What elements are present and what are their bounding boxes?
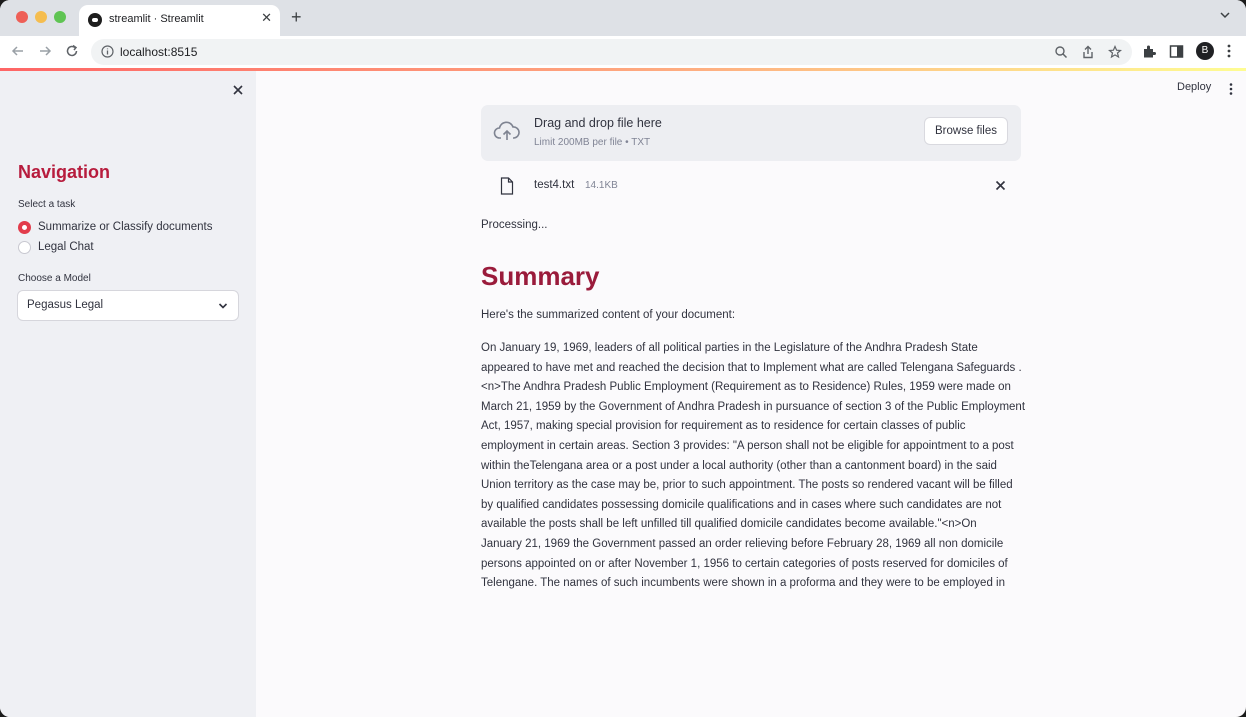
dropzone-title: Drag and drop file here (534, 116, 662, 130)
minimize-window-button[interactable] (35, 11, 47, 23)
tab-search-chevron-icon[interactable] (1220, 10, 1230, 20)
model-label: Choose a Model (18, 273, 91, 284)
address-bar[interactable]: localhost:8515 (91, 39, 1132, 65)
file-dropzone[interactable]: Drag and drop file here Limit 200MB per … (481, 105, 1021, 161)
summary-line: On January 19, 1969, leaders of all poli… (481, 342, 978, 354)
summary-line: employment in certain areas. Section 3 p… (481, 439, 1014, 452)
summary-line: available the posts shall be left unfill… (481, 518, 977, 531)
browser-menu-icon[interactable] (1227, 43, 1231, 59)
file-icon (500, 177, 514, 195)
summary-line: Act, 1957, making special provision for … (481, 420, 966, 433)
model-select[interactable]: Pegasus Legal (17, 290, 239, 321)
chevron-down-icon (218, 303, 228, 309)
tab-strip: streamlit · Streamlit ✕ + (0, 0, 1246, 36)
browser-toolbar: localhost:8515 B (0, 36, 1246, 68)
back-icon[interactable] (10, 43, 26, 59)
forward-icon[interactable] (37, 43, 53, 59)
summary-title: Summary (481, 261, 600, 291)
summary-line: Telengane. The names of such incumbents … (481, 577, 1005, 590)
share-icon[interactable] (1081, 45, 1095, 59)
radio-selected-icon[interactable] (18, 220, 31, 234)
tab-title: streamlit · Streamlit (109, 13, 204, 25)
summary-line: January 21, 1969 the Government passed a… (481, 537, 1004, 550)
dropzone-subtitle: Limit 200MB per file • TXT (534, 137, 651, 148)
extensions-icon[interactable] (1142, 44, 1157, 59)
model-select-value: Pegasus Legal (27, 299, 104, 311)
task-label: Select a task (18, 199, 76, 210)
main-menu-icon[interactable] (1229, 82, 1233, 96)
remove-file-icon[interactable] (995, 180, 1006, 191)
summary-line: persons appointed on or after November 1… (481, 557, 1008, 570)
profile-avatar[interactable]: B (1196, 42, 1214, 60)
cloud-upload-icon (493, 121, 520, 140)
side-panel-icon[interactable] (1169, 44, 1184, 59)
browser-tab[interactable]: streamlit · Streamlit ✕ (79, 5, 280, 36)
url-text: localhost:8515 (120, 45, 198, 59)
summary-line: Union territory as the case may be, prio… (481, 479, 1013, 492)
bookmark-star-icon[interactable] (1108, 45, 1122, 59)
task-option-label: Summarize or Classify documents (38, 221, 213, 233)
summary-line: by qualified candidates possessing domic… (481, 498, 1002, 511)
file-size: 14.1KB (585, 180, 618, 191)
summary-line: March 21, 1959 by the Government of Andh… (481, 400, 1026, 413)
maximize-window-button[interactable] (54, 11, 66, 23)
summary-line: <n>The Andhra Pradesh Public Employment … (481, 381, 1011, 394)
site-info-icon[interactable] (101, 45, 114, 58)
streamlit-favicon-icon (88, 13, 102, 27)
sidebar-close-icon[interactable] (232, 84, 244, 96)
tab-close-icon[interactable]: ✕ (261, 11, 272, 24)
summary-line: appeared to have met and reached the dec… (481, 361, 1022, 374)
browser-window: streamlit · Streamlit ✕ + localhost:8515… (0, 0, 1246, 717)
reload-icon[interactable] (64, 43, 80, 59)
summary-body: On January 19, 1969, leaders of all poli… (481, 339, 1026, 594)
summary-intro: Here's the summarized content of your do… (481, 309, 736, 321)
processing-status: Processing... (481, 219, 548, 231)
sidebar-heading: Navigation (18, 162, 111, 182)
uploaded-file-row: test4.txt 14.1KB (481, 172, 1021, 200)
summary-line: within theTelengana area or a post under… (481, 459, 997, 472)
task-option-legal-chat[interactable]: Legal Chat (18, 239, 94, 255)
radio-unselected-icon[interactable] (18, 240, 31, 254)
close-window-button[interactable] (16, 11, 28, 23)
file-name: test4.txt (534, 179, 575, 191)
deploy-button[interactable]: Deploy (1177, 81, 1211, 93)
browse-files-button[interactable]: Browse files (924, 117, 1008, 145)
task-option-label: Legal Chat (38, 241, 94, 253)
zoom-search-icon[interactable] (1054, 45, 1068, 59)
sidebar: Navigation Select a task Summarize or Cl… (0, 71, 256, 717)
task-option-summarize[interactable]: Summarize or Classify documents (18, 219, 212, 235)
new-tab-icon[interactable]: + (291, 8, 302, 26)
